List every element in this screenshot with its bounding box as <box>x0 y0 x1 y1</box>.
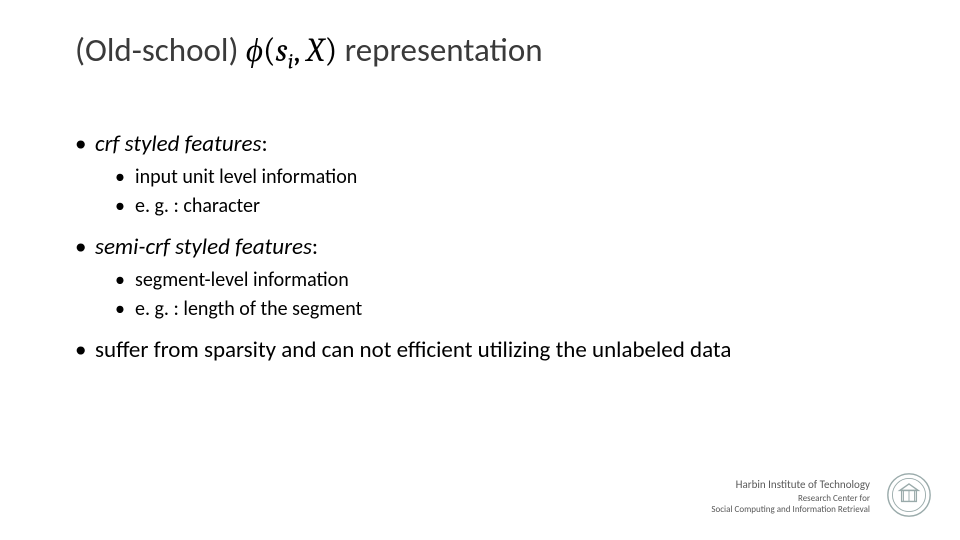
bullet-colon: : <box>312 233 318 261</box>
footer-attribution: Harbin Institute of Technology Research … <box>711 478 870 516</box>
institution-logo-icon <box>886 472 932 518</box>
title-math-close: ) <box>325 32 338 70</box>
subbullet-eg-length: e. g. : length of the segment <box>115 297 900 322</box>
title-comma: , <box>294 32 307 70</box>
title-arg1-s: s <box>276 32 288 70</box>
footer-line-1: Harbin Institute of Technology <box>711 478 870 492</box>
subbullet-eg-character: e. g. : character <box>115 194 900 219</box>
subbullet-text: input unit level information <box>135 165 357 189</box>
bullet-text: crf styled features <box>95 130 261 158</box>
title-prefix: (Old-school) <box>75 30 246 70</box>
subbullet-input-unit: input unit level information <box>115 165 900 190</box>
bullet-group-1: crf styled features: input unit level in… <box>75 130 900 219</box>
bullet-group-3: suffer from sparsity and can not efficie… <box>75 336 900 365</box>
content-body: crf styled features: input unit level in… <box>75 130 900 378</box>
subbullet-segment-level: segment-level information <box>115 268 900 293</box>
bullet-sparsity: suffer from sparsity and can not efficie… <box>75 336 900 365</box>
title-arg1: si <box>276 32 294 70</box>
title-arg2: X <box>307 32 325 70</box>
bullet-semi-crf-features: semi-crf styled features: <box>75 233 900 262</box>
subbullet-text: e. g. : length of the segment <box>135 297 362 321</box>
title-math-open: ( <box>263 32 276 70</box>
subbullet-text: segment-level information <box>135 268 349 292</box>
subbullet-text: e. g. : character <box>135 194 260 218</box>
bullet-colon: : <box>261 130 267 158</box>
footer-line-3: Social Computing and Information Retriev… <box>711 504 870 516</box>
footer-line-2: Research Center for <box>711 493 870 505</box>
slide-title: (Old-school) ϕ(si, X) representation <box>75 30 543 75</box>
bullet-text: suffer from sparsity and can not efficie… <box>95 336 731 364</box>
bullet-group-2: semi-crf styled features: segment-level … <box>75 233 900 322</box>
title-phi: ϕ <box>246 32 263 70</box>
title-suffix: representation <box>345 30 543 70</box>
bullet-crf-features: crf styled features: <box>75 130 900 159</box>
bullet-text: semi-crf styled features <box>95 233 312 261</box>
title-arg2-x: X <box>307 32 325 70</box>
slide: (Old-school) ϕ(si, X) representation crf… <box>0 0 960 540</box>
